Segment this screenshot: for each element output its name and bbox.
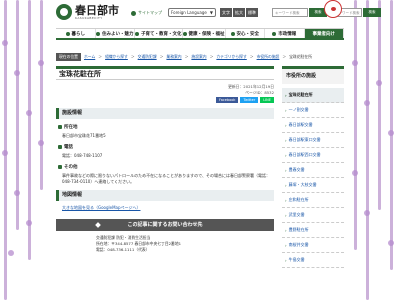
breadcrumb-current: 宝珠花駐在所 xyxy=(289,53,312,59)
sidebar-item[interactable]: › 武里交番 xyxy=(282,208,344,223)
chevron-right-icon: › xyxy=(285,242,287,248)
nav-item-safety[interactable]: 安心・安全 xyxy=(226,29,265,38)
twitter-share-button[interactable]: Twitter xyxy=(240,97,259,103)
phone-heading: 電話 xyxy=(56,144,274,150)
page-title: 宝珠花駐在所 xyxy=(56,66,274,80)
star-icon xyxy=(96,31,100,36)
city-emblem-icon xyxy=(56,4,72,20)
bullet-icon xyxy=(58,125,62,129)
chevron-right-icon: › xyxy=(285,212,287,218)
line-share-button[interactable]: LINE xyxy=(260,97,274,103)
search-input[interactable]: キーワード検索 xyxy=(272,8,308,17)
keyword-search-button[interactable]: 検索 xyxy=(363,8,381,17)
font-size-standard-button[interactable]: 標準 xyxy=(246,8,258,17)
sitemap-link[interactable]: サイトマップ xyxy=(131,10,162,16)
breadcrumb-item[interactable]: カテゴリから探す xyxy=(216,54,246,60)
sidebar-item[interactable]: › 一ノ割交番 xyxy=(282,103,344,118)
chevron-right-icon: › xyxy=(285,227,287,233)
nav-item-education[interactable]: 子育て・教育・文化 xyxy=(135,29,183,38)
main-content: 宝珠花駐在所 更新日：2021年12月19日 ページID：8532 Facebo… xyxy=(56,66,274,300)
other-text: 事件事故などの際に限りないパトロールのため不在になることがありますので、その場合… xyxy=(62,173,270,184)
wisteria-decoration-left xyxy=(0,0,56,300)
sidebar-item[interactable]: › 豊春交番 xyxy=(282,163,344,178)
site-logo[interactable]: 春日部市 KASUKABECITY xyxy=(56,4,119,20)
logo-japanese: 春日部市 xyxy=(75,3,119,17)
page-meta: 更新日：2021年12月19日 ページID：8532 xyxy=(56,84,274,95)
chevron-down-icon: ▼ xyxy=(209,10,213,15)
inquiry-heading: この記事に関するお問い合わせ先 xyxy=(56,219,274,231)
breadcrumb-item[interactable]: ホーム xyxy=(84,54,95,60)
chevron-right-icon: › xyxy=(285,92,287,98)
sidebar-heading: 市役所の施設 xyxy=(282,66,344,84)
bullet-icon xyxy=(58,165,62,169)
chevron-right-icon: › xyxy=(285,182,287,188)
phone-text: 電話：048-748-1107 xyxy=(62,153,103,158)
nav-item-living[interactable]: 暮らし xyxy=(56,29,96,38)
page-id: ページID：8532 xyxy=(245,89,274,95)
breadcrumb-item[interactable]: 市役所の施設 xyxy=(257,54,280,60)
mascot-icon xyxy=(324,0,342,24)
other-heading: その他 xyxy=(56,164,274,170)
child-icon xyxy=(135,31,139,36)
sidebar-list: › 宝珠花駐在所 › 一ノ割交番 › 春日部駅交番 › 春日部駅東口交番 › 春日部駅西口… xyxy=(282,88,344,268)
sidebar-item[interactable]: › 南桜井交番 xyxy=(282,238,344,253)
building-icon xyxy=(272,31,277,36)
house-icon xyxy=(65,31,70,36)
address-heading: 所在地 xyxy=(56,124,274,130)
language-select[interactable]: Foreign Language ▼ xyxy=(168,8,216,17)
chevron-right-icon: › xyxy=(285,257,287,263)
chevron-right-icon: › xyxy=(285,107,287,113)
site-header: 春日部市 KASUKABECITY サイトマップ Foreign Languag… xyxy=(56,0,381,28)
heart-icon xyxy=(182,31,187,36)
chevron-right-icon: › xyxy=(285,167,287,173)
facebook-share-button[interactable]: Facebook xyxy=(216,97,239,103)
google-map-link[interactable]: 大きな地図を見る（GoogleMapページへ） xyxy=(56,205,274,211)
language-label: Foreign Language xyxy=(171,10,207,15)
sitemap-label: サイトマップ xyxy=(138,10,162,15)
global-nav: 暮らし 住みよい・魅力 子育て・教育・文化 健康・保険・福祉 安心・安全 市政情… xyxy=(56,28,344,40)
facility-info-heading: 施設情報 xyxy=(56,108,274,119)
sidebar-item[interactable]: › 庄和駐在所 xyxy=(282,193,344,208)
font-size-controls: 文字 拡大 標準 xyxy=(220,8,258,17)
share-buttons: Facebook Twitter LINE xyxy=(56,97,274,103)
sidebar-item[interactable]: › 豊野駐在所 xyxy=(282,223,344,238)
inquiry-body: 交通防犯課 防犯・消費生活担当 所在地：〒344-8577 春日部市中央七丁目2… xyxy=(56,231,274,253)
sidebar-item-hojubana[interactable]: › 宝珠花駐在所 xyxy=(282,88,344,103)
breadcrumb-item[interactable]: 組織から探す xyxy=(105,54,128,60)
breadcrumb-item[interactable]: 交通防犯課 xyxy=(138,54,157,60)
map-info-heading: 地図情報 xyxy=(56,190,274,201)
bullet-icon xyxy=(58,145,62,149)
chevron-right-icon: › xyxy=(285,122,287,128)
breadcrumb: 現在の位置 ホーム＞ 組織から探す＞ 交通防犯課＞ 業務案内＞ 施設案内＞ カテ… xyxy=(56,52,344,61)
chevron-right-icon: › xyxy=(285,197,287,203)
chevron-right-icon: › xyxy=(285,152,287,158)
sidebar: 市役所の施設 › 宝珠花駐在所 › 一ノ割交番 › 春日部駅交番 › 春日部駅東口交番 … xyxy=(282,66,344,300)
sidebar-item[interactable]: › 春日部駅東口交番 xyxy=(282,133,344,148)
shield-icon xyxy=(230,31,235,36)
chevron-right-icon: › xyxy=(285,137,287,143)
font-size-label: 文字 xyxy=(220,8,232,17)
font-size-enlarge-button[interactable]: 拡大 xyxy=(233,8,245,17)
sidebar-item[interactable]: › 藤塚・大枝交番 xyxy=(282,178,344,193)
address-text: 春日部市宝珠花71番地5 xyxy=(62,133,106,138)
inquiry-phone: 電話：048-736-1111（代表） xyxy=(96,247,150,252)
sidebar-item[interactable]: › 牛島交番 xyxy=(282,253,344,268)
sidebar-item[interactable]: › 春日部駅交番 xyxy=(282,118,344,133)
breadcrumb-item[interactable]: 施設案内 xyxy=(191,54,206,60)
breadcrumb-here-label: 現在の位置 xyxy=(56,52,81,61)
nav-item-attractions[interactable]: 住みよい・魅力 xyxy=(96,29,135,38)
wisteria-decoration-right xyxy=(344,0,400,300)
sitemap-icon xyxy=(131,10,136,16)
nav-item-health[interactable]: 健康・保険・福祉 xyxy=(182,29,226,38)
sidebar-item[interactable]: › 春日部駅西口交番 xyxy=(282,148,344,163)
nav-item-business[interactable]: 事業者向け xyxy=(304,29,344,38)
breadcrumb-item[interactable]: 業務案内 xyxy=(166,54,181,60)
nav-item-city-info[interactable]: 市政情報 xyxy=(265,29,305,38)
